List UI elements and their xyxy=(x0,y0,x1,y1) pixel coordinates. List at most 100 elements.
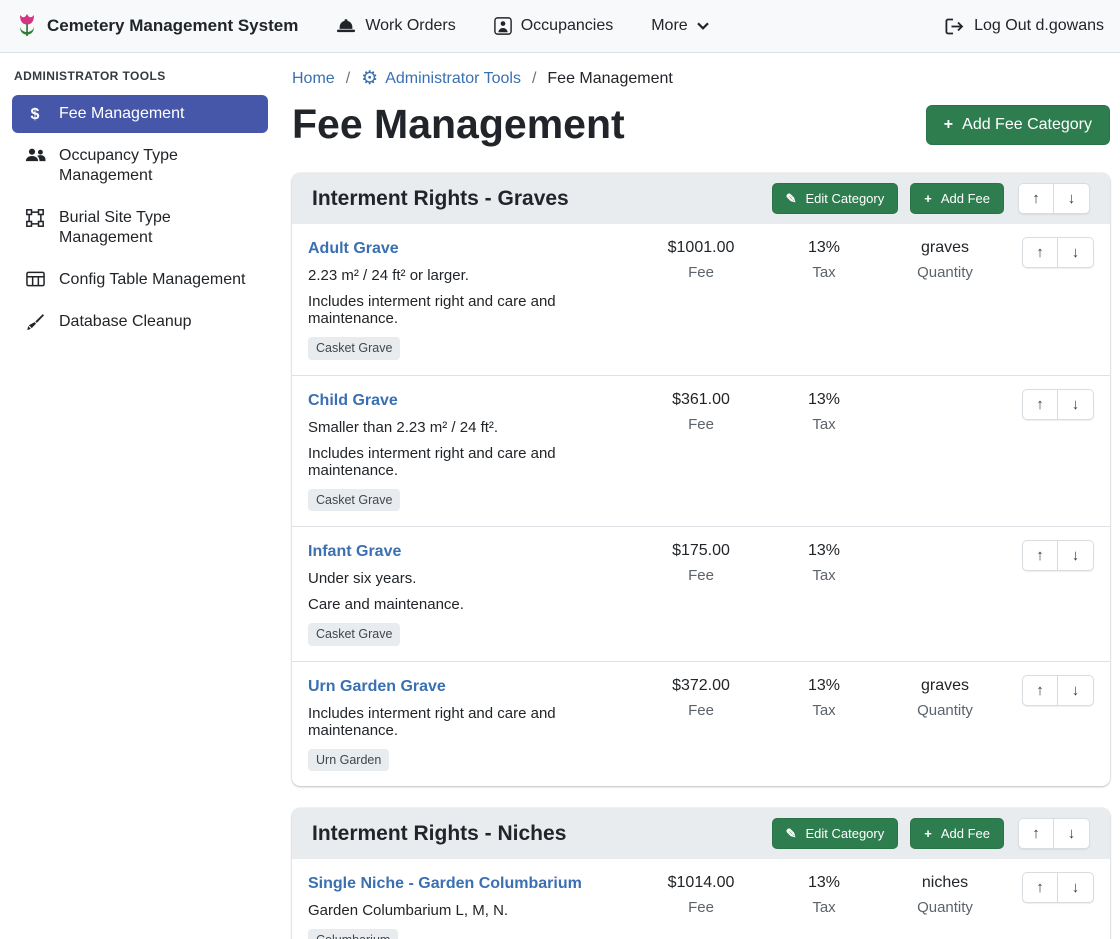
add-fee-category-label: Add Fee Category xyxy=(962,116,1092,134)
fee-reorder-buttons: ↑ ↓ xyxy=(1022,389,1094,420)
add-fee-button[interactable]: + Add Fee xyxy=(910,183,1004,214)
move-fee-down-button[interactable]: ↓ xyxy=(1058,872,1094,903)
fee-description: Care and maintenance. xyxy=(308,596,630,613)
category-title: Interment Rights - Niches xyxy=(312,822,760,846)
tax-column: 13% Tax xyxy=(776,675,872,719)
arrow-up-icon: ↑ xyxy=(1036,547,1044,564)
fee-description: Under six years. xyxy=(308,570,630,587)
arrow-up-icon: ↑ xyxy=(1032,825,1040,842)
pencil-icon: ✎ xyxy=(786,827,797,840)
pencil-icon: ✎ xyxy=(786,192,797,205)
logout-button[interactable]: Log Out d.gowans xyxy=(945,17,1104,35)
tax-label: Tax xyxy=(776,899,872,916)
fee-badge-wrap: Columbarium xyxy=(308,929,630,939)
quantity-label: Quantity xyxy=(886,264,1004,281)
fee-name-link[interactable]: Infant Grave xyxy=(308,543,401,561)
arrow-up-icon: ↑ xyxy=(1036,396,1044,413)
sidebar-item-label: Occupancy Type Management xyxy=(59,146,256,186)
add-fee-category-button[interactable]: + Add Fee Category xyxy=(926,105,1110,145)
top-navbar: Cemetery Management System Work Orders xyxy=(0,0,1120,53)
arrow-down-icon: ↓ xyxy=(1072,879,1080,896)
move-category-down-button[interactable]: ↓ xyxy=(1054,818,1090,849)
plus-icon: + xyxy=(944,117,953,133)
tax-label: Tax xyxy=(776,264,872,281)
fee-badge: Urn Garden xyxy=(308,749,389,772)
sidebar-item-burial-site-type-management[interactable]: Burial Site Type Management xyxy=(12,199,268,257)
vector-square-icon xyxy=(24,209,46,227)
tax-label: Tax xyxy=(776,567,872,584)
fee-name-link[interactable]: Adult Grave xyxy=(308,240,399,258)
fee-description: 2.23 m² / 24 ft² or larger. xyxy=(308,267,630,284)
fee-name-link[interactable]: Urn Garden Grave xyxy=(308,678,446,696)
fee-name-link[interactable]: Child Grave xyxy=(308,392,398,410)
table-icon xyxy=(24,271,46,287)
quantity-value: graves xyxy=(886,677,1004,695)
fee-column: $175.00 Fee xyxy=(640,540,762,584)
breadcrumb-current: Fee Management xyxy=(547,70,672,88)
category-header: Interment Rights - Graves ✎ Edit Categor… xyxy=(292,173,1110,224)
page-title: Fee Management xyxy=(292,102,625,147)
move-fee-down-button[interactable]: ↓ xyxy=(1058,675,1094,706)
fee-descriptions: Garden Columbarium L, M, N. xyxy=(308,902,630,919)
arrow-up-icon: ↑ xyxy=(1036,682,1044,699)
fee-row: Single Niche - Garden Columbarium Garden… xyxy=(292,859,1110,939)
move-fee-up-button[interactable]: ↑ xyxy=(1022,389,1058,420)
breadcrumb-home-link[interactable]: Home xyxy=(292,70,335,88)
move-category-down-button[interactable]: ↓ xyxy=(1054,183,1090,214)
move-fee-down-button[interactable]: ↓ xyxy=(1058,389,1094,420)
tax-label: Tax xyxy=(776,416,872,433)
sidebar-header: ADMINISTRATOR TOOLS xyxy=(12,67,268,95)
dollar-icon: $ xyxy=(24,105,46,124)
fee-info: Child Grave Smaller than 2.23 m² / 24 ft… xyxy=(308,389,640,512)
category-reorder-buttons: ↑ ↓ xyxy=(1018,818,1090,849)
nav-item-more[interactable]: More xyxy=(651,17,708,35)
category-body: Single Niche - Garden Columbarium Garden… xyxy=(292,859,1110,939)
fee-name-link[interactable]: Single Niche - Garden Columbarium xyxy=(308,875,582,893)
move-fee-down-button[interactable]: ↓ xyxy=(1058,540,1094,571)
arrow-down-icon: ↓ xyxy=(1072,244,1080,261)
fee-descriptions: Includes interment right and care and ma… xyxy=(308,705,630,739)
tax-column: 13% Tax xyxy=(776,540,872,584)
nav-item-work-orders[interactable]: Work Orders xyxy=(336,17,455,35)
arrow-up-icon: ↑ xyxy=(1032,190,1040,207)
fee-badge: Casket Grave xyxy=(308,489,400,512)
edit-category-button[interactable]: ✎ Edit Category xyxy=(772,183,899,214)
sidebar-item-occupancy-type-management[interactable]: Occupancy Type Management xyxy=(12,137,268,195)
add-fee-label: Add Fee xyxy=(941,826,990,841)
edit-category-label: Edit Category xyxy=(805,191,884,206)
sidebar-item-config-table-management[interactable]: Config Table Management xyxy=(12,261,268,299)
quantity-value: niches xyxy=(886,874,1004,892)
move-fee-up-button[interactable]: ↑ xyxy=(1022,237,1058,268)
gear-icon: ⚙ xyxy=(361,69,378,88)
fee-description: Smaller than 2.23 m² / 24 ft². xyxy=(308,419,630,436)
person-frame-icon xyxy=(494,17,512,35)
move-category-up-button[interactable]: ↑ xyxy=(1018,183,1054,214)
move-fee-up-button[interactable]: ↑ xyxy=(1022,872,1058,903)
move-fee-down-button[interactable]: ↓ xyxy=(1058,237,1094,268)
move-fee-up-button[interactable]: ↑ xyxy=(1022,675,1058,706)
sidebar-item-fee-management[interactable]: $ Fee Management xyxy=(12,95,268,133)
add-fee-button[interactable]: + Add Fee xyxy=(910,818,1004,849)
fee-info: Urn Garden Grave Includes interment righ… xyxy=(308,675,640,772)
breadcrumb: Home / ⚙ Administrator Tools / Fee Manag… xyxy=(292,69,1110,88)
edit-category-button[interactable]: ✎ Edit Category xyxy=(772,818,899,849)
quantity-column: graves Quantity xyxy=(886,237,1004,281)
fee-reorder-buttons: ↑ ↓ xyxy=(1022,540,1094,571)
arrow-up-icon: ↑ xyxy=(1036,244,1044,261)
app-brand[interactable]: Cemetery Management System xyxy=(16,13,298,40)
fee-column: $372.00 Fee xyxy=(640,675,762,719)
tax-amount: 13% xyxy=(776,677,872,695)
fee-description: Includes interment right and care and ma… xyxy=(308,705,630,739)
fee-category-card: Interment Rights - Graves ✎ Edit Categor… xyxy=(292,173,1110,786)
breadcrumb-admin-tools-link[interactable]: ⚙ Administrator Tools xyxy=(361,69,521,88)
move-fee-up-button[interactable]: ↑ xyxy=(1022,540,1058,571)
move-category-up-button[interactable]: ↑ xyxy=(1018,818,1054,849)
edit-category-label: Edit Category xyxy=(805,826,884,841)
sidebar-item-database-cleanup[interactable]: Database Cleanup xyxy=(12,303,268,341)
people-icon xyxy=(24,147,46,163)
fee-row: Adult Grave 2.23 m² / 24 ft² or larger. I… xyxy=(292,224,1110,375)
fee-info: Infant Grave Under six years. Care and ma… xyxy=(308,540,640,646)
tax-amount: 13% xyxy=(776,542,872,560)
fee-description: Includes interment right and care and ma… xyxy=(308,293,630,327)
nav-item-occupancies[interactable]: Occupancies xyxy=(494,17,614,35)
